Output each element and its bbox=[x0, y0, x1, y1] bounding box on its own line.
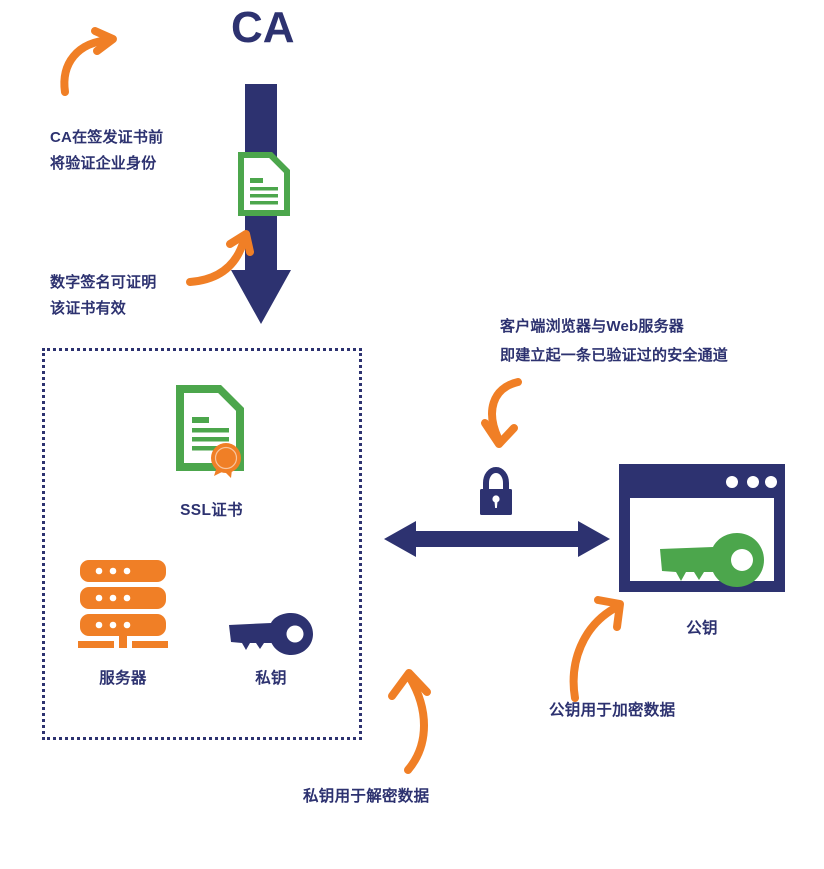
curved-arrow-up-right-icon bbox=[60, 27, 117, 96]
caption-ssl-certificate: SSL证书 bbox=[180, 502, 243, 519]
certificate-seal-icon bbox=[176, 385, 244, 478]
annotation-secure-channel: 客户端浏览器与Web服务器 即建立起一条已验证过的安全通道 bbox=[500, 318, 729, 364]
caption-public-key: 公钥 bbox=[686, 620, 718, 637]
caption-server: 服务器 bbox=[99, 670, 147, 687]
annotation-public-key-encrypt: 公钥用于加密数据 bbox=[549, 702, 676, 719]
lock-icon bbox=[480, 466, 512, 515]
page-title: CA bbox=[231, 3, 295, 52]
curved-arrow-down-icon bbox=[481, 378, 522, 448]
curved-arrow-up-right-icon bbox=[569, 596, 624, 702]
caption-private-key: 私钥 bbox=[255, 670, 287, 687]
double-headed-arrow-icon bbox=[384, 521, 610, 557]
annotation-digital-signature: 数字签名可证明 该证书有效 bbox=[50, 274, 157, 317]
diagram-canvas: CA CA在签发证书前 将验证企业身份 数字签名可证明 该证书有效 SSL证书 … bbox=[0, 0, 824, 869]
key-icon bbox=[229, 613, 313, 655]
annotation-private-key-decrypt: 私钥用于解密数据 bbox=[303, 788, 430, 805]
server-stack-icon bbox=[78, 560, 168, 648]
curved-arrow-up-icon bbox=[388, 669, 431, 774]
browser-window-icon bbox=[619, 464, 785, 592]
annotation-ca-verify: CA在签发证书前 将验证企业身份 bbox=[50, 129, 164, 172]
